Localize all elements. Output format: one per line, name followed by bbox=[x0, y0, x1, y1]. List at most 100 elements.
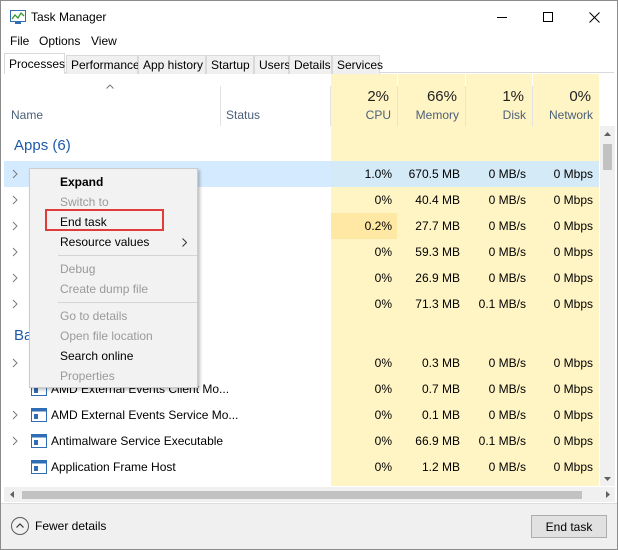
menu-item-debug: Debug bbox=[60, 262, 96, 276]
disk-cell: 0 MB/s bbox=[488, 382, 526, 396]
group-header-apps[interactable]: Apps (6) bbox=[4, 133, 599, 163]
scroll-right-icon bbox=[605, 491, 610, 498]
scroll-up-button[interactable] bbox=[600, 126, 615, 141]
chevron-right-icon[interactable] bbox=[12, 299, 18, 309]
fewer-details-toggle[interactable] bbox=[11, 517, 29, 535]
submenu-arrow-icon bbox=[182, 238, 187, 247]
cpu-cell: 1.0% bbox=[364, 167, 392, 181]
disk-cell: 0.1 MB/s bbox=[478, 434, 526, 448]
fewer-details-link[interactable]: Fewer details bbox=[35, 519, 106, 533]
network-cell: 0 Mbps bbox=[553, 408, 593, 422]
end-task-callout bbox=[45, 209, 164, 231]
scroll-up-icon bbox=[604, 131, 611, 136]
end-task-button[interactable]: End task bbox=[531, 515, 607, 538]
column-cpu-header[interactable]: 2% CPU bbox=[331, 74, 397, 126]
disk-cell: 0 MB/s bbox=[488, 408, 526, 422]
tab-app-history[interactable]: App history bbox=[138, 55, 206, 74]
horizontal-scrollbar[interactable] bbox=[4, 487, 615, 502]
chevron-right-icon[interactable] bbox=[12, 247, 18, 257]
tab-users[interactable]: Users bbox=[254, 55, 290, 74]
network-cell: 0 Mbps bbox=[553, 382, 593, 396]
scroll-down-button[interactable] bbox=[600, 471, 615, 486]
cpu-label: CPU bbox=[365, 108, 391, 122]
horizontal-scroll-thumb[interactable] bbox=[22, 491, 582, 499]
network-cell: 0 Mbps bbox=[553, 167, 593, 181]
menu-file[interactable]: File bbox=[10, 34, 29, 48]
disk-cell: 0 MB/s bbox=[488, 245, 526, 259]
cpu-cell: 0.2% bbox=[364, 219, 392, 233]
network-label: Network bbox=[548, 108, 593, 122]
table-row[interactable]: Antimalware Service Executable 0% 66.9 M… bbox=[4, 428, 599, 454]
scroll-right-button[interactable] bbox=[600, 487, 615, 502]
cpu-cell: 0% bbox=[374, 193, 392, 207]
tab-details[interactable]: Details bbox=[289, 55, 332, 74]
column-name-header[interactable]: Name bbox=[11, 108, 43, 122]
service-icon bbox=[31, 460, 47, 474]
menu-item-expand[interactable]: Expand bbox=[60, 175, 103, 189]
column-network-header[interactable]: 0% Network bbox=[533, 74, 599, 126]
chevron-right-icon[interactable] bbox=[12, 221, 18, 231]
menu-separator bbox=[58, 302, 197, 303]
tab-startup[interactable]: Startup bbox=[206, 55, 254, 74]
tab-services[interactable]: Services bbox=[332, 55, 383, 74]
cpu-cell: 0% bbox=[374, 434, 392, 448]
chevron-right-icon[interactable] bbox=[12, 273, 18, 283]
disk-label: Disk bbox=[502, 108, 526, 122]
scroll-down-icon bbox=[604, 476, 611, 481]
chevron-right-icon[interactable] bbox=[12, 436, 18, 446]
group-title-apps: Apps (6) bbox=[14, 137, 71, 154]
minimize-button[interactable] bbox=[479, 1, 525, 33]
memory-cell: 59.3 MB bbox=[415, 245, 460, 259]
close-button[interactable] bbox=[571, 1, 617, 33]
memory-cell: 40.4 MB bbox=[415, 193, 460, 207]
window-title: Task Manager bbox=[31, 10, 107, 24]
sort-caret-icon bbox=[106, 84, 114, 89]
chevron-right-icon[interactable] bbox=[12, 410, 18, 420]
scroll-left-button[interactable] bbox=[4, 487, 19, 502]
column-header: Name Status 2% CPU 66% Memory 1% Disk 0%… bbox=[4, 74, 599, 126]
service-icon bbox=[31, 408, 47, 422]
memory-cell: 27.7 MB bbox=[415, 219, 460, 233]
service-icon bbox=[31, 434, 47, 448]
memory-percent: 66% bbox=[426, 88, 457, 105]
chevron-right-icon[interactable] bbox=[12, 195, 18, 205]
table-row[interactable]: Application Frame Host 0% 1.2 MB 0 MB/s … bbox=[4, 454, 599, 480]
tab-performance[interactable]: Performance bbox=[66, 55, 140, 74]
network-cell: 0 Mbps bbox=[553, 245, 593, 259]
menu-item-switch-to: Switch to bbox=[60, 195, 109, 209]
process-name: AMD External Events Service Mo... bbox=[51, 408, 239, 422]
network-cell: 0 Mbps bbox=[553, 434, 593, 448]
vertical-scrollbar[interactable] bbox=[600, 126, 615, 486]
network-cell: 0 Mbps bbox=[553, 297, 593, 311]
menu-view[interactable]: View bbox=[91, 34, 117, 48]
chevron-right-icon[interactable] bbox=[12, 358, 18, 368]
network-cell: 0 Mbps bbox=[553, 193, 593, 207]
chevron-up-icon bbox=[16, 523, 24, 528]
menu-item-properties: Properties bbox=[60, 369, 115, 383]
minimize-icon bbox=[497, 16, 507, 18]
title-bar: Task Manager bbox=[1, 1, 617, 33]
cpu-cell: 0% bbox=[374, 408, 392, 422]
menu-item-search-online[interactable]: Search online bbox=[60, 349, 133, 363]
menu-item-create-dump: Create dump file bbox=[60, 282, 149, 296]
vertical-scroll-thumb[interactable] bbox=[603, 144, 612, 170]
tab-processes[interactable]: Processes bbox=[4, 53, 65, 74]
chevron-right-icon[interactable] bbox=[12, 169, 18, 179]
maximize-button[interactable] bbox=[525, 1, 571, 33]
table-row[interactable]: AMD External Events Service Mo... 0% 0.1… bbox=[4, 402, 599, 428]
network-cell: 0 Mbps bbox=[553, 460, 593, 474]
memory-cell: 670.5 MB bbox=[408, 167, 460, 181]
menu-options[interactable]: Options bbox=[39, 34, 80, 48]
column-disk-header[interactable]: 1% Disk bbox=[466, 74, 532, 126]
column-status-header[interactable]: Status bbox=[226, 108, 260, 122]
memory-label: Memory bbox=[415, 108, 459, 122]
disk-cell: 0 MB/s bbox=[488, 167, 526, 181]
disk-percent: 1% bbox=[502, 88, 524, 105]
menu-item-resource-values[interactable]: Resource values bbox=[60, 235, 149, 249]
column-memory-header[interactable]: 66% Memory bbox=[398, 74, 465, 126]
cpu-cell: 0% bbox=[374, 356, 392, 370]
network-cell: 0 Mbps bbox=[553, 271, 593, 285]
memory-cell: 0.1 MB bbox=[421, 408, 460, 422]
cpu-percent: 2% bbox=[367, 88, 389, 105]
footer-bar: Fewer details End task bbox=[1, 503, 617, 549]
